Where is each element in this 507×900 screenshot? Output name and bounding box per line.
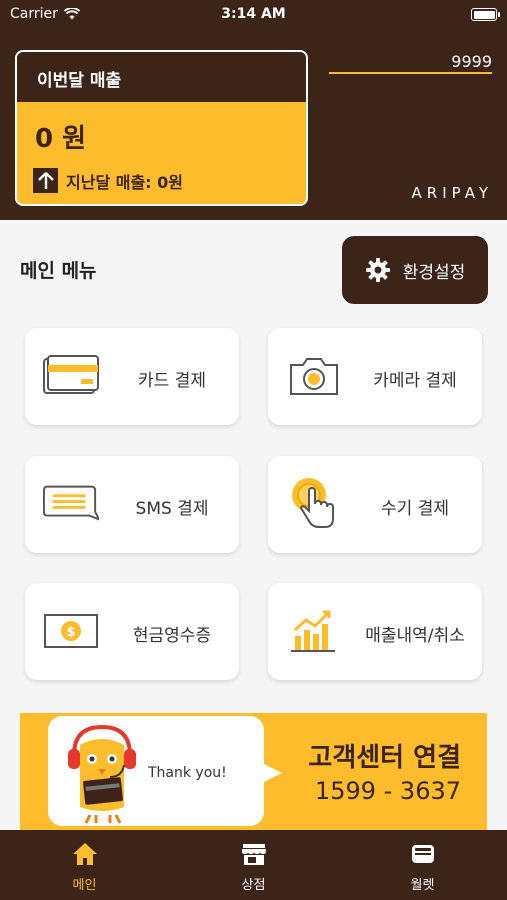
thank-you-text: Thank you! (148, 765, 227, 781)
card-payment-button[interactable]: 카드 결제 (25, 328, 239, 425)
speech-bubble-tail (262, 763, 282, 783)
credit-card-icon (43, 350, 99, 402)
settings-button[interactable]: 환경설정 (342, 236, 488, 304)
sms-payment-button[interactable]: SMS 결제 (25, 456, 239, 553)
cash-icon: $ (43, 605, 99, 657)
wallet-icon (338, 842, 507, 866)
cash-receipt-button[interactable]: $ 현금영수증 (25, 583, 239, 680)
gear-icon (365, 258, 390, 282)
cash-receipt-label: 현금영수증 (132, 626, 212, 646)
tab-main[interactable]: 메인 (0, 830, 169, 900)
last-month-sales: 지난달 매출: 0원 (33, 168, 183, 193)
home-icon (0, 842, 169, 866)
tab-store[interactable]: 상점 (169, 830, 338, 900)
customer-center-phone[interactable]: 1599 - 3637 (315, 777, 461, 805)
sms-payment-label: SMS 결제 (135, 499, 209, 519)
mascot-headset-icon (68, 724, 136, 824)
sales-history-label: 매출내역/취소 (365, 626, 465, 646)
settings-label: 환경설정 (402, 262, 466, 283)
app-header: Carrier 3:14 AM 이번달 매출 0 원 지난달 매출: 0원 99… (0, 0, 507, 220)
tab-main-label: 메인 (72, 878, 97, 893)
tab-wallet-label: 월렛 (410, 878, 435, 893)
main-menu-title: 메인 메뉴 (20, 260, 97, 282)
customer-center-banner[interactable]: Thank you! 고객센터 연결 1599 - 3637 (20, 713, 487, 833)
last-month-sales-label: 지난달 매출: 0원 (66, 172, 183, 192)
battery-icon (471, 8, 500, 21)
manual-payment-label: 수기 결제 (381, 499, 449, 519)
card-payment-label: 카드 결제 (138, 371, 206, 391)
camera-icon (286, 350, 342, 402)
camera-payment-button[interactable]: 카메라 결제 (268, 328, 482, 425)
manual-payment-button[interactable]: 수기 결제 (268, 456, 482, 553)
monthly-sales-card[interactable]: 이번달 매출 0 원 지난달 매출: 0원 (15, 50, 308, 206)
customer-center-title: 고객센터 연결 (308, 743, 461, 773)
sales-history-button[interactable]: 매출내역/취소 (268, 583, 482, 680)
store-icon (169, 842, 338, 866)
clock: 3:14 AM (221, 6, 286, 22)
brand-logo: ARIPAY (411, 184, 493, 202)
monthly-sales-title: 이번달 매출 (17, 52, 306, 102)
terminal-id-field[interactable]: 9999 (329, 52, 492, 74)
arrow-up-icon (33, 168, 58, 193)
camera-payment-label: 카메라 결제 (373, 371, 457, 391)
message-icon (43, 478, 99, 530)
tab-wallet[interactable]: 월렛 (338, 830, 507, 900)
bar-chart-icon (286, 605, 342, 657)
tab-store-label: 상점 (241, 878, 266, 893)
bottom-tab-bar: 메인 상점 월렛 (0, 830, 507, 900)
touch-icon (286, 478, 342, 530)
svg-text:$: $ (66, 625, 75, 640)
monthly-sales-amount: 0 원 (35, 124, 87, 154)
status-bar: Carrier 3:14 AM (0, 0, 507, 30)
